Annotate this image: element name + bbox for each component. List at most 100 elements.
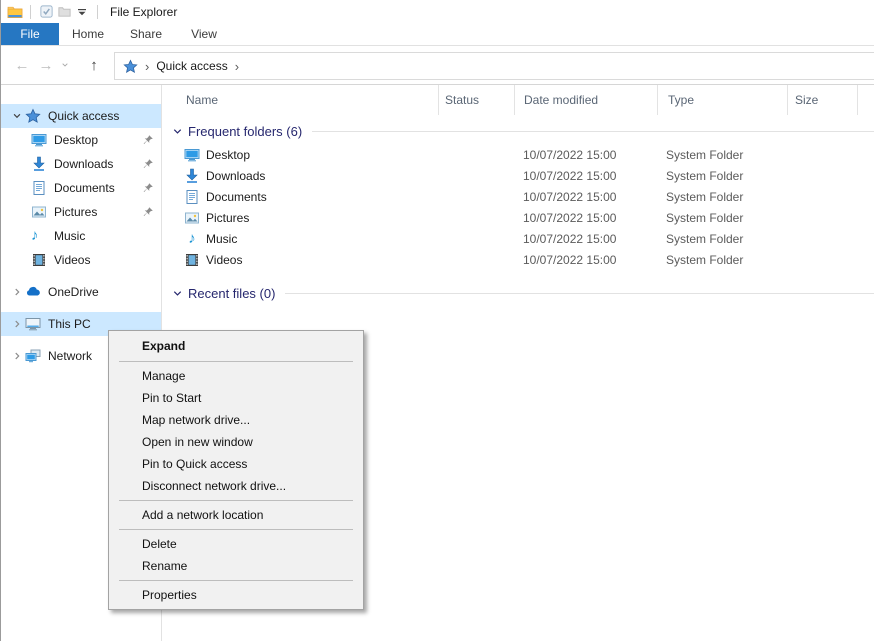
file-type: System Folder	[657, 232, 787, 246]
group-header-rule	[285, 293, 874, 294]
chevron-down-icon[interactable]	[170, 288, 184, 299]
menu-separator	[119, 361, 353, 362]
documents-icon	[184, 189, 200, 205]
menu-item-manage[interactable]: Manage	[109, 365, 363, 387]
sidebar-item-onedrive[interactable]: OneDrive	[1, 280, 161, 304]
sidebar-item-documents[interactable]: Documents	[1, 176, 161, 200]
menu-separator	[119, 529, 353, 530]
videos-icon	[31, 252, 47, 268]
properties-icon[interactable]	[37, 3, 55, 21]
desktop-icon	[31, 132, 47, 148]
tab-file[interactable]: File	[1, 23, 59, 45]
navigation-bar: ← → ↑ › Quick access ›	[1, 46, 874, 85]
file-name: Documents	[206, 190, 267, 204]
column-header-name[interactable]: Name	[162, 85, 438, 115]
tab-share[interactable]: Share	[117, 23, 175, 45]
sidebar-item-label: Videos	[54, 253, 90, 267]
file-row-pictures[interactable]: Pictures 10/07/2022 15:00 System Folder	[162, 207, 874, 228]
onedrive-icon	[25, 284, 41, 300]
column-header-date-modified[interactable]: Date modified	[514, 85, 657, 115]
file-row-documents[interactable]: Documents 10/07/2022 15:00 System Folder	[162, 186, 874, 207]
breadcrumb-chevron-icon[interactable]: ›	[235, 59, 239, 74]
quick-access-star-icon	[122, 58, 138, 74]
frequent-folders-list: Desktop 10/07/2022 15:00 System Folder D…	[162, 144, 874, 270]
desktop-icon	[184, 147, 200, 163]
pin-icon[interactable]	[142, 134, 154, 146]
column-header-size[interactable]: Size	[787, 85, 858, 115]
column-header-status[interactable]: Status	[438, 85, 514, 115]
pin-icon[interactable]	[142, 182, 154, 194]
menu-item-delete[interactable]: Delete	[109, 533, 363, 555]
tab-home[interactable]: Home	[59, 23, 117, 45]
menu-item-properties[interactable]: Properties	[109, 584, 363, 606]
file-type: System Folder	[657, 211, 787, 225]
forward-icon[interactable]: →	[35, 57, 57, 74]
menu-item-expand[interactable]: Expand	[109, 334, 363, 358]
group-header-label: Recent files (0)	[188, 286, 275, 301]
file-row-downloads[interactable]: Downloads 10/07/2022 15:00 System Folder	[162, 165, 874, 186]
menu-item-map-network-drive[interactable]: Map network drive...	[109, 409, 363, 431]
file-name: Music	[206, 232, 237, 246]
sidebar-item-label: Pictures	[54, 205, 97, 219]
sidebar-item-pictures[interactable]: Pictures	[1, 200, 161, 224]
quick-access-star-icon	[25, 108, 41, 124]
menu-item-pin-to-start[interactable]: Pin to Start	[109, 387, 363, 409]
group-header-label: Frequent folders (6)	[188, 124, 302, 139]
title-bar: File Explorer	[1, 0, 874, 23]
music-icon: ♪	[31, 228, 47, 244]
sidebar-item-music[interactable]: ♪ Music	[1, 224, 161, 248]
documents-icon	[31, 180, 47, 196]
network-icon	[25, 348, 41, 364]
file-row-videos[interactable]: Videos 10/07/2022 15:00 System Folder	[162, 249, 874, 270]
window-title: File Explorer	[110, 5, 177, 19]
column-header-type[interactable]: Type	[657, 85, 787, 115]
file-name: Pictures	[206, 211, 249, 225]
menu-item-pin-to-quick-access[interactable]: Pin to Quick access	[109, 453, 363, 475]
file-explorer-window: File Explorer File Home Share View ← → ↑…	[0, 0, 874, 641]
menu-item-open-in-new-window[interactable]: Open in new window	[109, 431, 363, 453]
group-header-frequent-folders[interactable]: Frequent folders (6)	[162, 120, 874, 142]
pictures-icon	[31, 204, 47, 220]
chevron-down-icon[interactable]	[9, 111, 25, 121]
menu-item-add-network-location[interactable]: Add a network location	[109, 504, 363, 526]
qat-separator	[97, 5, 98, 19]
address-bar[interactable]: › Quick access ›	[114, 52, 874, 80]
chevron-down-icon[interactable]	[170, 126, 184, 137]
tab-view[interactable]: View	[175, 23, 233, 45]
sidebar-item-label: Documents	[54, 181, 115, 195]
file-row-desktop[interactable]: Desktop 10/07/2022 15:00 System Folder	[162, 144, 874, 165]
recent-locations-chevron-icon[interactable]	[59, 61, 71, 69]
music-icon: ♪	[184, 231, 200, 247]
file-date-modified: 10/07/2022 15:00	[514, 148, 657, 162]
sidebar-item-label: Network	[48, 349, 92, 363]
chevron-right-icon[interactable]	[9, 351, 25, 361]
breadcrumb-root[interactable]: Quick access	[156, 59, 227, 73]
file-date-modified: 10/07/2022 15:00	[514, 190, 657, 204]
group-header-recent-files[interactable]: Recent files (0)	[162, 282, 874, 304]
column-headers: Name Status Date modified Type Size	[162, 85, 874, 115]
sidebar-item-label: Music	[54, 229, 85, 243]
qat-separator	[30, 5, 31, 19]
chevron-right-icon[interactable]	[9, 319, 25, 329]
file-row-music[interactable]: ♪ Music 10/07/2022 15:00 System Folder	[162, 228, 874, 249]
file-name: Videos	[206, 253, 242, 267]
customize-qat-icon[interactable]	[73, 3, 91, 21]
sidebar-item-label: This PC	[48, 317, 91, 331]
this-pc-icon	[25, 316, 41, 332]
sidebar-item-desktop[interactable]: Desktop	[1, 128, 161, 152]
menu-item-rename[interactable]: Rename	[109, 555, 363, 577]
new-folder-icon[interactable]	[55, 3, 73, 21]
up-icon[interactable]: ↑	[83, 57, 105, 74]
sidebar-item-videos[interactable]: Videos	[1, 248, 161, 272]
back-icon[interactable]: ←	[11, 57, 33, 74]
this-pc-context-menu: Expand Manage Pin to Start Map network d…	[108, 330, 364, 610]
sidebar-group-gap	[1, 304, 161, 312]
sidebar-item-label: Quick access	[48, 109, 119, 123]
sidebar-item-quick-access[interactable]: Quick access	[1, 104, 161, 128]
pin-icon[interactable]	[142, 206, 154, 218]
chevron-right-icon[interactable]	[9, 287, 25, 297]
sidebar-item-downloads[interactable]: Downloads	[1, 152, 161, 176]
menu-item-disconnect-network-drive[interactable]: Disconnect network drive...	[109, 475, 363, 497]
pin-icon[interactable]	[142, 158, 154, 170]
breadcrumb-chevron-icon[interactable]: ›	[145, 59, 149, 74]
